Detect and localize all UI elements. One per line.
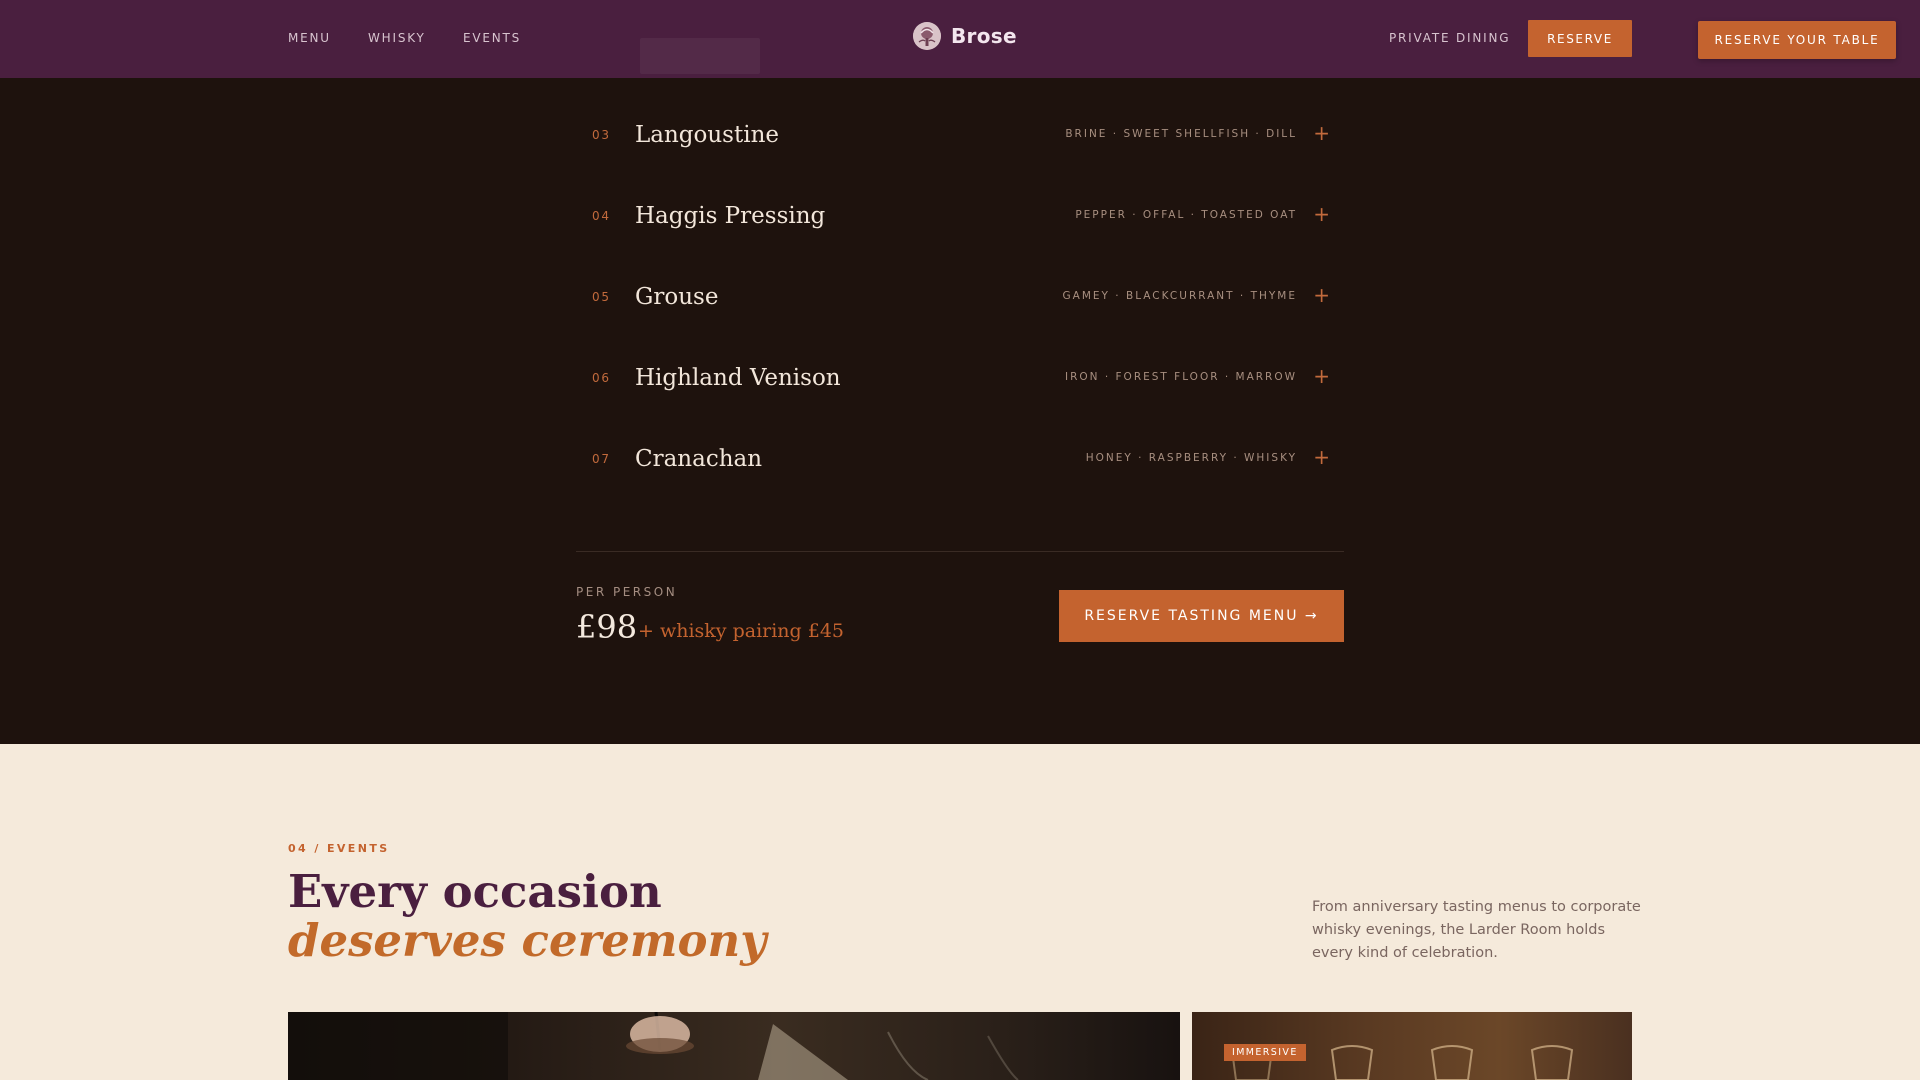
expand-plus-icon[interactable]: +: [1313, 447, 1330, 467]
section-divider: [576, 551, 1344, 552]
course-row[interactable]: 07 Cranachan HONEY · RASPBERRY · WHISKY …: [576, 446, 1344, 532]
course-name: Langoustine: [635, 122, 780, 148]
nav-menu-link[interactable]: MENU: [288, 31, 331, 45]
expand-plus-icon[interactable]: +: [1313, 204, 1330, 224]
brand-name: Brose: [951, 24, 1017, 48]
course-tasting-notes: HONEY · RASPBERRY · WHISKY: [1085, 452, 1297, 464]
expand-plus-icon[interactable]: +: [1313, 366, 1330, 386]
nav-whisky-link[interactable]: WHISKY: [368, 31, 426, 45]
course-row[interactable]: 06 Highland Venison IRON · FOREST FLOOR …: [576, 365, 1344, 451]
reserve-your-table-button[interactable]: RESERVE YOUR TABLE: [1698, 21, 1896, 59]
price-value: £98: [576, 608, 638, 646]
section-eyebrow: 04 / EVENTS: [288, 842, 390, 855]
course-name: Cranachan: [635, 446, 763, 472]
header-ghost-tab: [640, 38, 760, 74]
expand-plus-icon[interactable]: +: [1313, 285, 1330, 305]
reserve-tasting-menu-button[interactable]: RESERVE TASTING MENU →: [1059, 590, 1344, 642]
course-number: 06: [592, 371, 611, 385]
per-person-label: PER PERSON: [576, 585, 678, 599]
whisky-pairing-price: + whisky pairing £45: [638, 620, 845, 642]
course-tasting-notes: PEPPER · OFFAL · TOASTED OAT: [1075, 209, 1297, 221]
events-description: From anniversary tasting menus to corpor…: [1312, 899, 1641, 961]
dining-room-photo: [288, 1012, 1019, 1080]
course-row[interactable]: 03 Langoustine BRINE · SWEET SHELLFISH ·…: [576, 122, 1344, 208]
events-section: 04 / EVENTS Every occasion deserves cere…: [0, 744, 1920, 1080]
event-card-image[interactable]: [288, 1012, 1180, 1080]
events-heading-line2: deserves ceremony: [288, 914, 767, 967]
immersive-badge: IMMERSIVE: [1224, 1044, 1306, 1061]
nav-events-link[interactable]: EVENTS: [463, 31, 521, 45]
course-name: Grouse: [635, 284, 719, 310]
reserve-button[interactable]: RESERVE: [1528, 20, 1632, 57]
events-heading-line1: Every occasion: [288, 865, 662, 918]
course-name: Highland Venison: [635, 365, 841, 391]
site-header: MENU WHISKY EVENTS Brose PRIVATE DINING …: [0, 0, 1920, 78]
course-row[interactable]: 04 Haggis Pressing PEPPER · OFFAL · TOAS…: [576, 203, 1344, 289]
event-card-image[interactable]: IMMERSIVE: [1192, 1012, 1632, 1080]
events-heading: Every occasion deserves ceremony: [288, 867, 766, 965]
course-row[interactable]: 05 Grouse GAMEY · BLACKCURRANT · THYME +: [576, 284, 1344, 370]
expand-plus-icon[interactable]: +: [1313, 123, 1330, 143]
course-number: 03: [592, 128, 611, 142]
course-number: 04: [592, 209, 611, 223]
course-name: Haggis Pressing: [635, 203, 826, 229]
course-number: 07: [592, 452, 611, 466]
course-tasting-notes: IRON · FOREST FLOOR · MARROW: [1064, 371, 1297, 383]
course-number: 05: [592, 290, 611, 304]
tasting-menu-section: 03 Langoustine BRINE · SWEET SHELLFISH ·…: [0, 78, 1920, 744]
course-tasting-notes: BRINE · SWEET SHELLFISH · DILL: [1065, 128, 1297, 140]
course-tasting-notes: GAMEY · BLACKCURRANT · THYME: [1062, 290, 1297, 302]
thistle-crest-icon: [913, 22, 941, 50]
nav-private-dining-link[interactable]: PRIVATE DINING: [1389, 31, 1510, 45]
brand-logo-link[interactable]: Brose: [913, 22, 1017, 50]
